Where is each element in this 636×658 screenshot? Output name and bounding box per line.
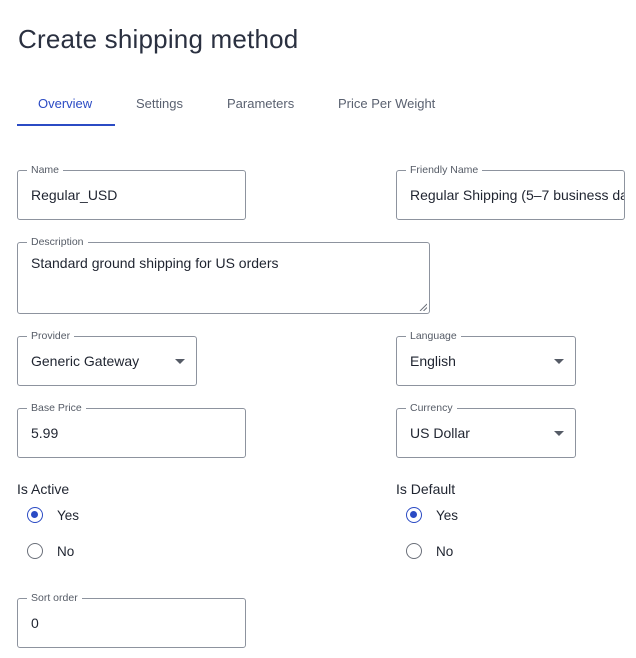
is-active-label: Is Active bbox=[17, 481, 70, 497]
is-default-no-label: No bbox=[436, 543, 454, 559]
description-field[interactable]: Description Standard ground shipping for… bbox=[17, 236, 430, 314]
page-title: Create shipping method bbox=[18, 24, 299, 54]
description-value: Standard ground shipping for US orders bbox=[31, 255, 279, 271]
is-active-no-radio[interactable]: No bbox=[27, 543, 74, 559]
is-default-no-radio[interactable]: No bbox=[406, 543, 453, 559]
radio-checked-icon bbox=[27, 507, 43, 523]
description-label: Description bbox=[27, 236, 88, 248]
caret-down-icon bbox=[554, 359, 564, 364]
active-tab-indicator bbox=[17, 124, 115, 126]
friendly-name-value: Regular Shipping (5–7 business days) bbox=[410, 187, 624, 203]
base-price-value: 5.99 bbox=[31, 425, 59, 441]
caret-down-icon bbox=[554, 431, 564, 436]
tab-bar: Overview Settings Parameters Price Per W… bbox=[17, 86, 617, 126]
is-default-yes-label: Yes bbox=[436, 507, 459, 523]
provider-value: Generic Gateway bbox=[31, 353, 140, 369]
is-active-no-label: No bbox=[57, 543, 75, 559]
base-price-field[interactable]: Base Price 5.99 bbox=[17, 402, 246, 458]
sort-order-value: 0 bbox=[31, 615, 39, 631]
currency-value: US Dollar bbox=[410, 425, 470, 441]
provider-select[interactable]: Provider Generic Gateway bbox=[17, 330, 197, 386]
tab-settings[interactable]: Settings bbox=[136, 96, 183, 111]
resize-handle-icon[interactable] bbox=[419, 303, 427, 311]
name-value: Regular_USD bbox=[31, 187, 118, 203]
language-select[interactable]: Language English bbox=[396, 330, 576, 386]
is-default-yes-radio[interactable]: Yes bbox=[406, 507, 458, 523]
is-default-label: Is Default bbox=[396, 481, 456, 497]
tab-parameters[interactable]: Parameters bbox=[227, 96, 294, 111]
is-active-yes-radio[interactable]: Yes bbox=[27, 507, 79, 523]
name-field[interactable]: Name Regular_USD bbox=[17, 164, 246, 220]
friendly-name-field[interactable]: Friendly Name Regular Shipping (5–7 busi… bbox=[396, 164, 625, 220]
caret-down-icon bbox=[175, 359, 185, 364]
tab-price-per-weight[interactable]: Price Per Weight bbox=[338, 96, 435, 111]
language-value: English bbox=[410, 353, 456, 369]
radio-unchecked-icon bbox=[406, 543, 422, 559]
currency-select[interactable]: Currency US Dollar bbox=[396, 402, 576, 458]
is-active-yes-label: Yes bbox=[57, 507, 80, 523]
tab-overview[interactable]: Overview bbox=[38, 96, 92, 111]
sort-order-field[interactable]: Sort order 0 bbox=[17, 592, 246, 648]
radio-unchecked-icon bbox=[27, 543, 43, 559]
radio-checked-icon bbox=[406, 507, 422, 523]
